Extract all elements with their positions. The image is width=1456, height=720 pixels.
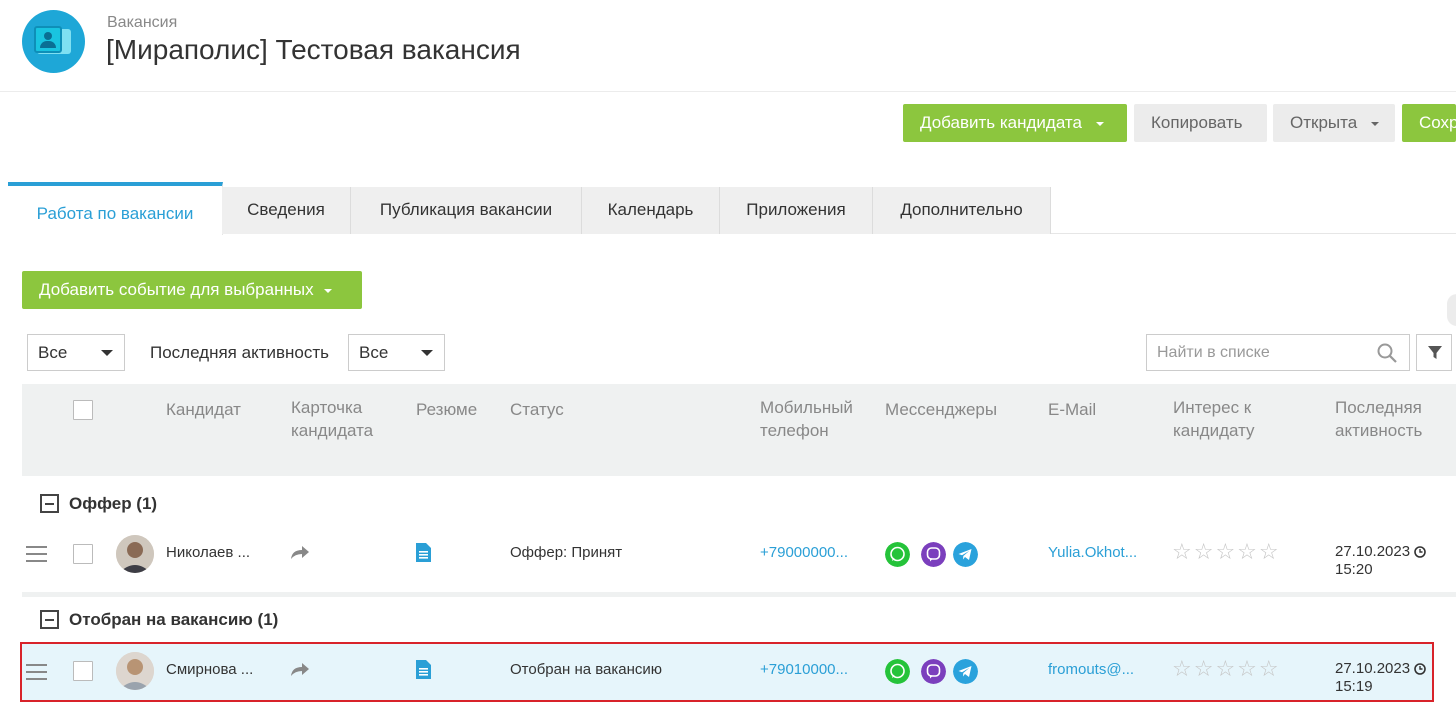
status-label: Открыта xyxy=(1290,113,1358,132)
drag-handle-icon[interactable] xyxy=(26,664,47,680)
scroll-handle[interactable] xyxy=(1447,294,1456,326)
status-dropdown-button[interactable]: Открыта xyxy=(1273,104,1395,142)
column-phone[interactable]: Мобильный телефон xyxy=(760,396,870,442)
tab-bar: Работа по вакансии Сведения Публикация в… xyxy=(8,182,1456,235)
whatsapp-icon[interactable] xyxy=(885,659,910,684)
column-card[interactable]: Карточка кандидата xyxy=(291,396,391,442)
viber-icon[interactable] xyxy=(921,659,946,684)
last-activity-time: 15:20 xyxy=(1335,561,1373,578)
copy-button[interactable]: Копировать xyxy=(1134,104,1267,142)
table-row[interactable]: Николаев ... Оффер: Принят +79000000... … xyxy=(22,524,1432,582)
email-link[interactable]: fromouts@... xyxy=(1048,661,1134,678)
last-activity-label: Последняя активность xyxy=(150,343,329,362)
caret-down-icon xyxy=(101,350,113,356)
drag-handle-icon[interactable] xyxy=(26,546,47,562)
open-card-icon[interactable] xyxy=(290,544,310,560)
chevron-down-icon xyxy=(1371,121,1380,126)
tab-publication[interactable]: Публикация вакансии xyxy=(351,187,582,234)
caret-down-icon xyxy=(421,350,433,356)
column-email[interactable]: E-Mail xyxy=(1048,398,1096,421)
tab-attachments[interactable]: Приложения xyxy=(720,187,873,234)
clock-icon xyxy=(1414,663,1426,675)
table-header: Кандидат Карточка кандидата Резюме Стату… xyxy=(22,384,1456,476)
collapse-group-icon[interactable] xyxy=(40,610,59,629)
clock-icon xyxy=(1414,546,1426,558)
open-card-icon[interactable] xyxy=(290,661,310,677)
save-button[interactable]: Сохр xyxy=(1402,104,1456,142)
last-activity-select[interactable]: Все xyxy=(348,334,445,371)
group-filter-value: Все xyxy=(38,343,68,362)
vacancy-icon xyxy=(22,10,85,73)
candidate-name[interactable]: Николаев ... xyxy=(166,544,250,561)
add-event-label: Добавить событие для выбранных xyxy=(39,280,314,299)
add-candidate-button[interactable]: Добавить кандидата xyxy=(903,104,1127,142)
group-title-offer: Оффер (1) xyxy=(69,494,158,513)
tab-vacancy-work[interactable]: Работа по вакансии xyxy=(8,182,223,235)
column-status[interactable]: Статус xyxy=(510,398,564,421)
email-link[interactable]: Yulia.Okhot... xyxy=(1048,544,1137,561)
tab-calendar[interactable]: Календарь xyxy=(582,187,720,234)
search-box xyxy=(1146,334,1410,371)
tab-details[interactable]: Сведения xyxy=(222,187,351,234)
column-resume[interactable]: Резюме xyxy=(416,398,477,421)
column-candidate[interactable]: Кандидат xyxy=(166,398,241,421)
candidate-status: Оффер: Принят xyxy=(510,544,623,561)
telegram-icon[interactable] xyxy=(953,542,978,567)
group-filter-select[interactable]: Все xyxy=(27,334,125,371)
group-title-selected: Отобран на вакансию (1) xyxy=(69,610,279,629)
add-candidate-label: Добавить кандидата xyxy=(920,113,1082,132)
chevron-down-icon xyxy=(323,288,332,293)
add-event-button[interactable]: Добавить событие для выбранных xyxy=(22,271,362,309)
filter-button[interactable] xyxy=(1416,334,1452,371)
viber-icon[interactable] xyxy=(921,542,946,567)
phone-link[interactable]: +79000000... xyxy=(760,544,848,561)
resume-icon[interactable] xyxy=(416,660,431,679)
rating-stars[interactable]: ☆☆☆☆☆ xyxy=(1172,539,1281,565)
row-checkbox[interactable] xyxy=(73,544,93,564)
filter-icon xyxy=(1428,346,1442,359)
search-icon[interactable] xyxy=(1377,343,1397,363)
search-input[interactable] xyxy=(1147,335,1367,370)
last-activity-date: 27.10.2023 xyxy=(1335,543,1411,560)
collapse-group-icon[interactable] xyxy=(40,494,59,513)
chevron-down-icon xyxy=(1095,121,1104,126)
tab-additional[interactable]: Дополнительно xyxy=(873,187,1051,234)
column-messengers[interactable]: Мессенджеры xyxy=(885,398,997,421)
avatar xyxy=(116,535,154,573)
phone-link[interactable]: +79010000... xyxy=(760,661,848,678)
whatsapp-icon[interactable] xyxy=(885,542,910,567)
candidate-name[interactable]: Смирнова ... xyxy=(166,661,253,678)
copy-label: Копировать xyxy=(1151,113,1243,132)
rating-stars[interactable]: ☆☆☆☆☆ xyxy=(1172,656,1281,682)
table-row-selected[interactable]: Смирнова ... Отобран на вакансию +790100… xyxy=(20,642,1434,702)
resume-icon[interactable] xyxy=(416,543,431,562)
select-all-checkbox[interactable] xyxy=(73,400,93,420)
page-subtitle: Вакансия xyxy=(107,14,178,31)
candidate-status: Отобран на вакансию xyxy=(510,661,663,678)
avatar xyxy=(116,652,154,690)
group-divider xyxy=(22,592,1456,597)
save-label: Сохр xyxy=(1419,113,1456,132)
row-checkbox[interactable] xyxy=(73,661,93,681)
column-last-activity[interactable]: Последняя активность xyxy=(1335,396,1445,442)
last-activity-date: 27.10.2023 xyxy=(1335,660,1411,677)
last-activity-value: Все xyxy=(359,343,389,362)
last-activity-time: 15:19 xyxy=(1335,678,1373,695)
page-title: [Мираполис] Тестовая вакансия xyxy=(106,34,521,65)
telegram-icon[interactable] xyxy=(953,659,978,684)
page-header: Вакансия [Мираполис] Тестовая вакансия xyxy=(0,0,1456,92)
column-interest[interactable]: Интерес к кандидату xyxy=(1173,396,1283,442)
